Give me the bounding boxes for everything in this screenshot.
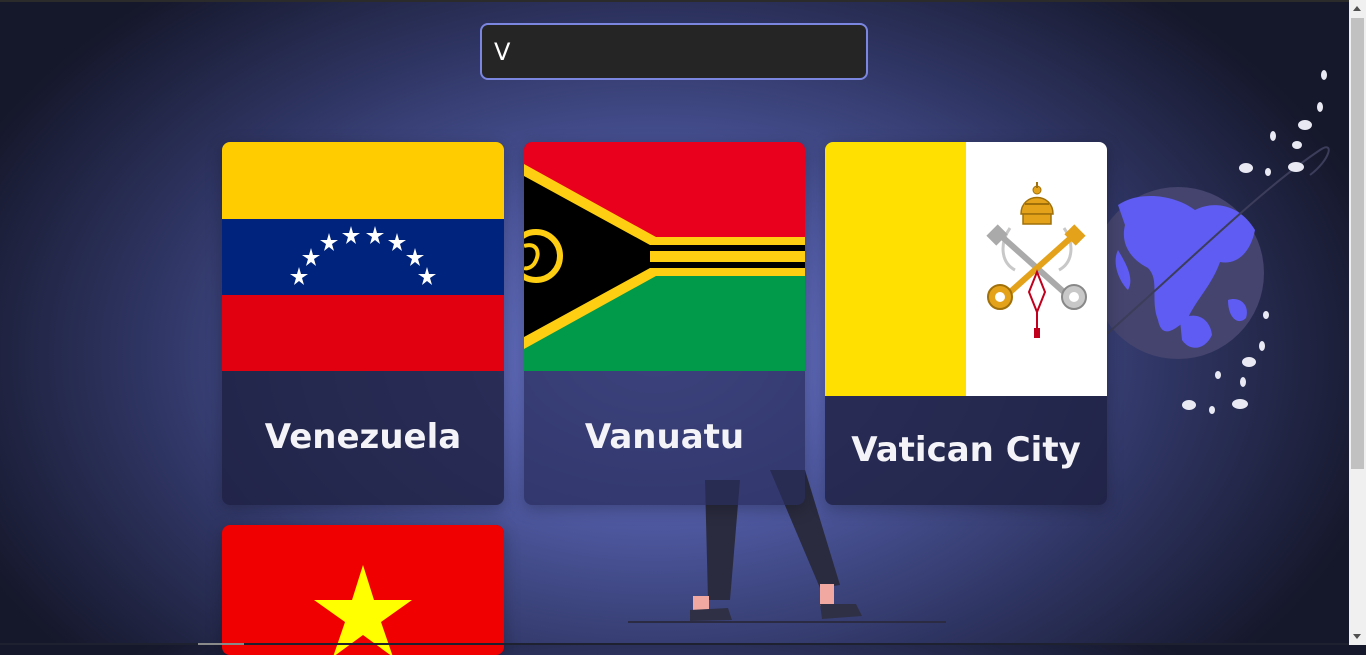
search-container <box>480 23 868 80</box>
scroll-thumb[interactable] <box>1351 18 1364 469</box>
search-input[interactable] <box>480 23 868 80</box>
vatican-city-flag-icon <box>825 142 1107 396</box>
vertical-scrollbar[interactable] <box>1349 0 1366 645</box>
country-name: Vanuatu <box>584 417 745 457</box>
scroll-up-arrow-icon[interactable] <box>1349 0 1366 17</box>
country-card-vietnam[interactable] <box>222 525 504 655</box>
scroll-down-arrow-icon[interactable] <box>1349 628 1366 645</box>
country-card-vatican-city[interactable]: Vatican City <box>825 142 1107 505</box>
window-top-border <box>0 0 1366 2</box>
vanuatu-flag-icon <box>524 142 805 371</box>
country-card-venezuela[interactable]: Venezuela <box>222 142 504 505</box>
vietnam-flag-icon <box>222 525 504 655</box>
decorative-dots <box>1182 70 1327 414</box>
country-card-vanuatu[interactable]: Vanuatu <box>524 142 805 505</box>
globe-icon <box>1092 187 1264 359</box>
country-name: Venezuela <box>264 417 462 457</box>
venezuela-flag-icon <box>222 142 504 371</box>
country-name: Vatican City <box>851 430 1081 470</box>
